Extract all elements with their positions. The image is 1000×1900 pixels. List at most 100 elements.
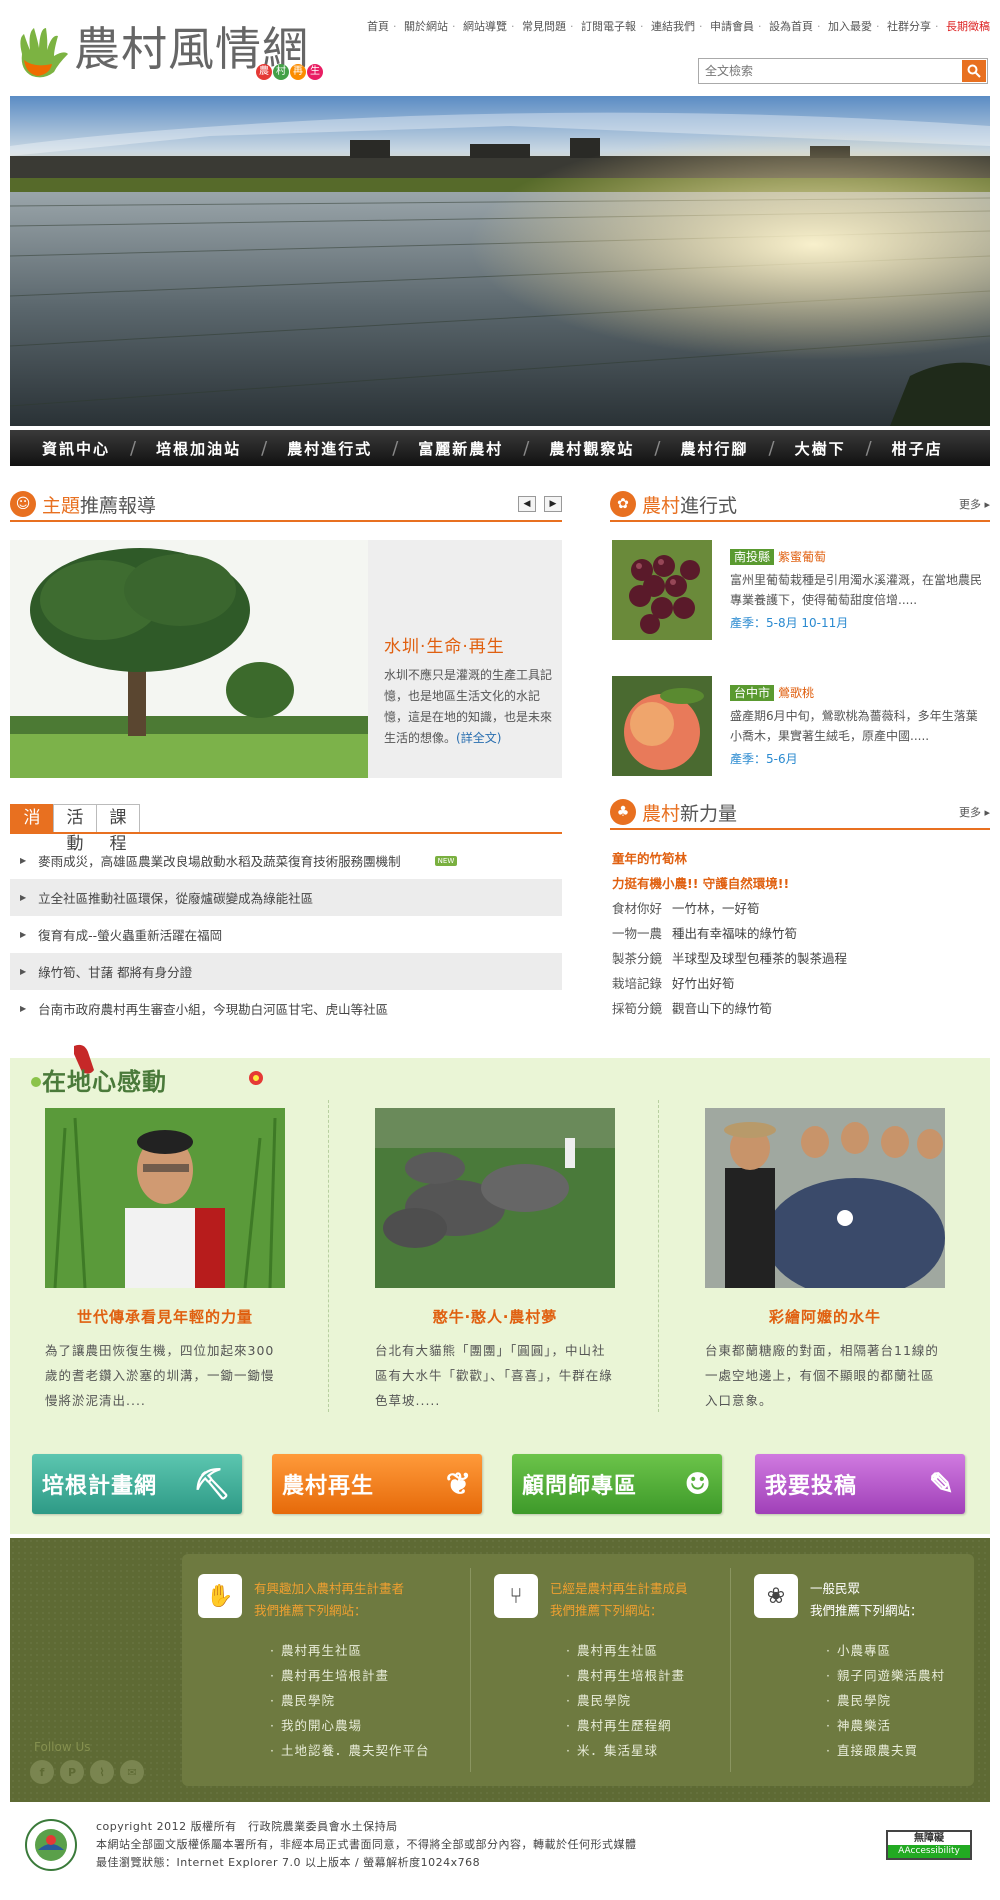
top-link-share[interactable]: 社群分享 — [887, 20, 931, 33]
rice-paddy-sunset-image — [10, 96, 990, 426]
featured-text-box: 水圳‧生命‧再生 水圳不應只是灌溉的生產工具記憶，也是地區生活文化的水記憶，這是… — [368, 540, 562, 778]
footer-link[interactable]: 米．集活星球 — [566, 1738, 685, 1763]
featured-more-link[interactable]: (詳全文) — [456, 731, 501, 745]
footer-col-heading: 已經是農村再生計畫成員 我們推薦下列網站： — [550, 1578, 688, 1622]
power-item[interactable]: 栽培記錄 好竹出好筍 — [612, 971, 990, 996]
top-link-register[interactable]: 申請會員 — [710, 20, 754, 33]
more-link[interactable]: 更多 ▸ — [959, 804, 990, 820]
submit-article-button[interactable]: 我要投稿 ✎ — [755, 1454, 965, 1514]
footer-link[interactable]: 親子同遊樂活農村 — [826, 1663, 945, 1688]
footer-col-heading-line: 有興趣加入農村再生計畫者 — [254, 1581, 405, 1596]
hero-banner — [10, 96, 990, 426]
nav-grocery[interactable]: 柑子店 — [872, 438, 963, 459]
tab-courses[interactable]: 課程 — [96, 804, 140, 854]
next-arrow-icon[interactable]: ▶ — [544, 496, 562, 512]
village-item[interactable]: 台中市 鶯歌桃 盛產期6月中旬，鶯歌桃為薔薇科，多年生落葉小喬木，果實著生絨毛，原… — [610, 676, 990, 778]
news-title: 麥雨成災，高雄區農業改良場啟動水稻及蔬菜復育技術服務團機制 — [38, 854, 401, 869]
bacon-plan-button[interactable]: 培根計畫網 ⛏ — [32, 1454, 242, 1514]
logo-sub-char: 再 — [290, 64, 306, 80]
local-touch-title: 在地心感動 — [24, 1042, 284, 1100]
top-links: 首頁 · 關於網站 · 網站導覽 · 常見問題 · 訂閱電子報 · 連結我們 · 申請會員 ·… — [367, 20, 990, 33]
footer-link[interactable]: 直接跟農夫買 — [826, 1738, 945, 1763]
top-link-link-us[interactable]: 連結我們 — [651, 20, 695, 33]
news-item[interactable]: ▶ 復育有成--螢火蟲重新活躍在福岡 — [10, 916, 562, 953]
nav-village-progress[interactable]: 農村進行式 — [267, 438, 392, 459]
power-item[interactable]: 製茶分鏡 半球型及球型包種茶的製茶過程 — [612, 946, 990, 971]
news-item[interactable]: ▶ 台南市政府農村再生審查小組，今現勘白河區甘宅、虎山等社區 — [10, 990, 562, 1027]
product-desc: 富州里葡萄栽種是引用濁水溪灌溉，在當地農民專業養護下，使得葡萄甜度倍增..... — [730, 573, 983, 607]
featured-image[interactable] — [10, 540, 368, 778]
nav-info-center[interactable]: 資訊中心 — [22, 438, 130, 459]
top-link-call-for-papers[interactable]: 長期徵稿 — [946, 20, 990, 33]
top-link-home[interactable]: 首頁 — [367, 20, 389, 33]
footer-link[interactable]: 農民學院 — [566, 1688, 685, 1713]
news-item[interactable]: ▶ 綠竹筍、甘藷 都將有身分證 — [10, 953, 562, 990]
tab-activities[interactable]: 活動 — [53, 804, 97, 854]
footer-link[interactable]: 我的開心農場 — [270, 1713, 430, 1738]
power-item-title: 一竹林，一好筍 — [672, 901, 760, 916]
village-section-header: ✿ 農村 進行式 更多 ▸ — [610, 488, 990, 522]
facebook-icon[interactable]: f — [30, 1760, 54, 1784]
nav-village-walk[interactable]: 農村行腳 — [660, 438, 768, 459]
bullet-arrow-icon: ▶ — [20, 967, 27, 976]
village-item[interactable]: 南投縣 紫蜜葡萄 富州里葡萄栽種是引用濁水溪灌溉，在當地農民專業養護下，使得葡萄甜… — [610, 540, 990, 642]
power-item[interactable]: 一物一農 種出有幸福味的綠竹筍 — [612, 921, 990, 946]
power-item-title: 觀音山下的綠竹筍 — [672, 1001, 773, 1016]
more-link[interactable]: 更多 ▸ — [959, 496, 990, 512]
top-link-newsletter[interactable]: 訂閱電子報 — [581, 20, 636, 33]
footer-link[interactable]: 農村再生培根計畫 — [270, 1663, 430, 1688]
footer-link[interactable]: 土地認養．農夫契作平台 — [270, 1738, 430, 1763]
top-link-faq[interactable]: 常見問題 — [522, 20, 566, 33]
footer-link[interactable]: 農村再生培根計畫 — [566, 1663, 685, 1688]
power-item[interactable]: 採筍分鏡 觀音山下的綠竹筍 — [612, 996, 990, 1021]
power-headline[interactable]: 童年的竹筍林 — [612, 846, 990, 871]
search-box — [698, 58, 988, 84]
footer-link[interactable]: 農民學院 — [826, 1688, 945, 1713]
footer-link[interactable]: 小農專區 — [826, 1638, 945, 1663]
tab-news[interactable]: 消息 — [10, 804, 54, 854]
accessibility-badge-label: AAccessibility — [888, 1845, 970, 1858]
nav-bacon-station[interactable]: 培根加油站 — [136, 438, 261, 459]
consultant-zone-button[interactable]: 顧問師專區 ☻ — [512, 1454, 722, 1514]
power-item[interactable]: 食材你好 一竹林，一好筍 — [612, 896, 990, 921]
section-title: 進行式 — [680, 494, 738, 517]
product-season: 產季：5-8月 10-11月 — [730, 616, 849, 630]
news-item[interactable]: ▶ 立全社區推動社區環保，從廢爐碳變成為綠能社區 — [10, 879, 562, 916]
footer-col-subheading: 我們推薦下列網站： — [810, 1603, 923, 1618]
county-badge: 台中市 — [730, 685, 775, 701]
hand-leaf-logo-icon — [20, 28, 68, 78]
power-list: 童年的竹筍林 力挺有機小農!! 守護自然環境!! 食材你好 一竹林，一好筍 一物一… — [612, 846, 990, 1021]
rural-regen-button[interactable]: 農村再生 ❦ — [272, 1454, 482, 1514]
accessibility-badge[interactable]: 無障礙 AAccessibility — [886, 1830, 972, 1860]
product-name[interactable]: 鶯歌桃 — [778, 686, 814, 700]
power-section-header: ♣ 農村 新力量 更多 ▸ — [610, 796, 990, 830]
featured-headline[interactable]: 水圳‧生命‧再生 — [384, 632, 552, 657]
news-item[interactable]: ▶ 麥雨成災，高雄區農業改良場啟動水稻及蔬菜復育技術服務團機制 NEW — [10, 842, 562, 879]
rss-icon[interactable]: ⌇ — [90, 1760, 114, 1784]
plurk-icon[interactable]: P — [60, 1760, 84, 1784]
nav-observation[interactable]: 農村觀察站 — [529, 438, 654, 459]
site-logo[interactable]: 農村風情網 農 村 再 生 — [12, 18, 332, 86]
pen-icon: ✎ — [928, 1466, 955, 1502]
product-name[interactable]: 紫蜜葡萄 — [778, 550, 826, 564]
search-button[interactable] — [962, 60, 986, 82]
top-link-sitemap[interactable]: 網站導覽 — [463, 20, 507, 33]
prev-arrow-icon[interactable]: ◀ — [518, 496, 536, 512]
top-link-about[interactable]: 關於網站 — [404, 20, 448, 33]
peach-image — [612, 676, 712, 776]
footer-link[interactable]: 神農樂活 — [826, 1713, 945, 1738]
sunflower-icon: ❀ — [754, 1574, 798, 1618]
nav-big-tree[interactable]: 大樹下 — [775, 438, 866, 459]
footer-link[interactable]: 農村再生社區 — [566, 1638, 685, 1663]
footer-link[interactable]: 農民學院 — [270, 1688, 430, 1713]
consultant-icon: ☻ — [684, 1466, 712, 1502]
nav-new-village[interactable]: 富麗新農村 — [398, 438, 523, 459]
copyright-line: 本網站全部圖文版權係屬本署所有，非經本局正式書面同意，不得將全部或部分內容，轉載… — [96, 1838, 637, 1851]
top-link-set-home[interactable]: 設為首頁 — [769, 20, 813, 33]
mail-icon[interactable]: ✉ — [120, 1760, 144, 1784]
power-headline[interactable]: 力挺有機小農!! 守護自然環境!! — [612, 871, 990, 896]
top-link-favorite[interactable]: 加入最愛 — [828, 20, 872, 33]
footer-link[interactable]: 農村再生歷程網 — [566, 1713, 685, 1738]
footer-link[interactable]: 農村再生社區 — [270, 1638, 430, 1663]
search-input[interactable] — [699, 59, 957, 83]
